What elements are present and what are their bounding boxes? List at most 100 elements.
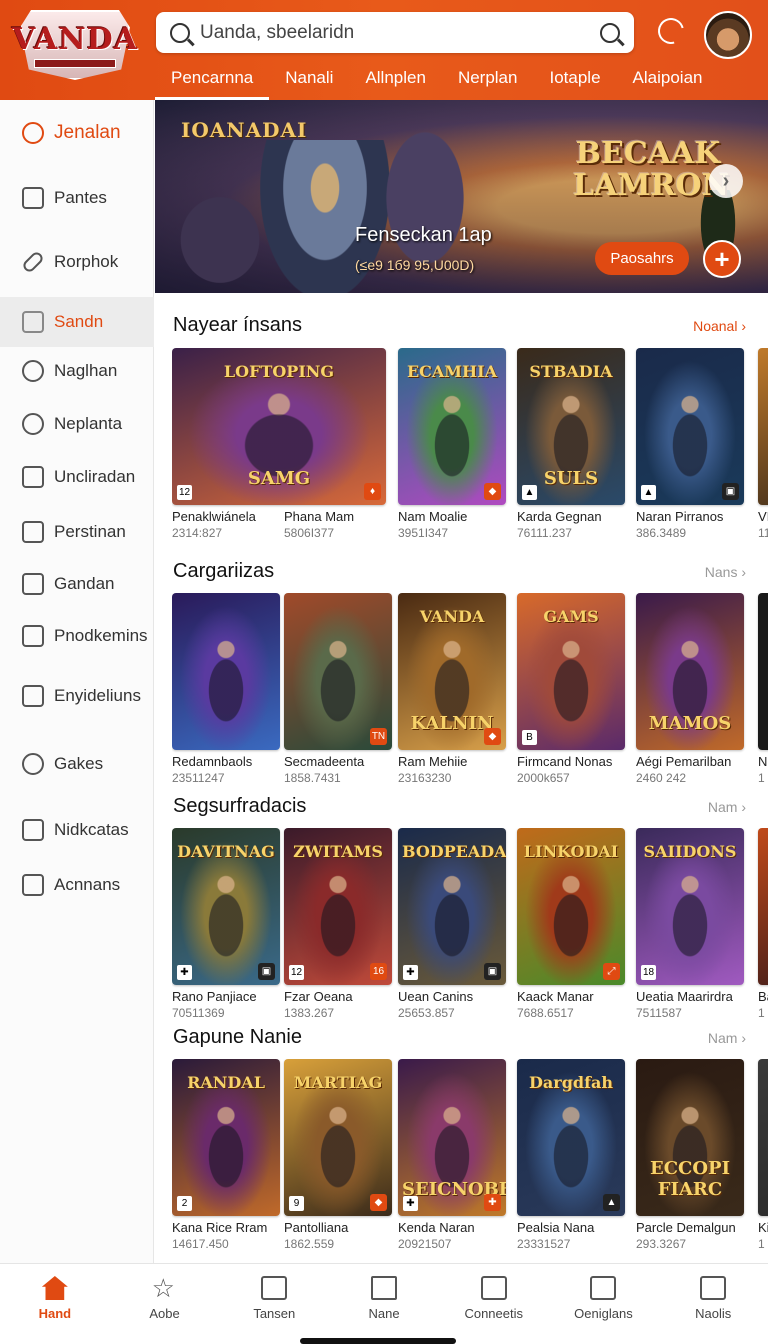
game-card[interactable]: ▲ ▣ Naran Pirranos 386.3489 [636,348,744,540]
section-more-link[interactable]: Nam › [708,799,746,815]
game-card[interactable]: SEICNOBE ✚ ✚ Kenda Naran 20921507 [398,1059,506,1251]
tab-2[interactable]: Allnplen [349,64,442,100]
game-card-thumbnail[interactable]: ECCOPI FIARC [636,1059,744,1216]
bottom-nav-label: Naolis [695,1306,732,1321]
sidebar-item-label: Rorphok [54,252,119,271]
chevron-right-icon[interactable]: › [709,164,743,198]
search-input[interactable] [200,21,580,44]
banner-action-button[interactable]: Paosahrs [595,242,689,275]
game-card-meta: 14617.450 [172,1237,229,1251]
bottom-nav-item-2[interactable]: Tansen [219,1264,329,1344]
game-card-thumbnail[interactable]: BODPEADAI ✚ ▣ [398,828,506,985]
bottom-nav-item-6[interactable]: Naolis [658,1264,768,1344]
rating-badge: 18 [641,965,656,980]
platform-badge: ▲ [603,1194,620,1211]
section-more-link[interactable]: Nans › [705,564,746,580]
tab-4[interactable]: Iotaple [533,64,616,100]
game-card-name: Nam Moalie [398,509,468,524]
sidebar-item-4[interactable]: Naglhan [0,346,154,396]
game-card-thumbnail[interactable] [758,828,768,985]
game-card[interactable]: DAVITNAG ✚ ▣ Rano Panjiace 70511369 [172,828,280,1020]
hero-banner[interactable]: IOANADAI BECAAK LAMRON Fenseckan 1ap (≤e… [155,100,768,293]
game-card[interactable]: SAIIDONS 18 Ueatia Maarirdra 7511587 [636,828,744,1020]
bottom-nav-item-1[interactable]: ☆ Aobe [110,1264,220,1344]
game-card[interactable]: Redamnbaols 23511247 [172,593,280,785]
game-card-thumbnail[interactable]: SAIIDONS 18 [636,828,744,985]
bottom-nav-item-5[interactable]: Oeniglans [549,1264,659,1344]
game-card-thumbnail[interactable] [758,348,768,505]
sidebar-item-2[interactable]: Rorphok [0,237,154,287]
game-card[interactable]: STBADIA SULS ▲ Karda Gegnan 76111.237 [517,348,625,540]
game-card-thumbnail[interactable]: LINKODAI ⤢ [517,828,625,985]
game-card[interactable]: Ki 1 [758,1059,768,1251]
section-more-link[interactable]: Nam › [708,1030,746,1046]
sidebar-item-8[interactable]: Gandan [0,559,154,609]
game-card-name: Ueatia Maarirdra [636,989,733,1004]
game-card[interactable]: VI 11 [758,348,768,540]
game-card-thumbnail[interactable]: VANDA KALNIN ◆ [398,593,506,750]
rating-badge: ✚ [403,1196,418,1211]
game-card-thumbnail[interactable] [172,593,280,750]
sidebar-item-6[interactable]: Uncliradan [0,452,154,502]
sidebar-item-10[interactable]: Enyideliuns [0,671,154,721]
game-card-thumbnail[interactable]: STBADIA SULS ▲ [517,348,625,505]
game-card[interactable]: ECAMHIA ◆ Nam Moalie 3951І347 [398,348,506,540]
game-card-thumbnail[interactable]: GAMS B [517,593,625,750]
game-card[interactable]: LINKODAI ⤢ Kaack Manar 7688.6517 [517,828,625,1020]
add-icon[interactable]: + [703,240,741,278]
game-card[interactable]: Dargdfah ▲ Pealsia Nana 23331527 [517,1059,625,1251]
layers-icon [22,685,44,707]
game-card-thumbnail[interactable] [758,1059,768,1216]
tab-3[interactable]: Nerplan [442,64,534,100]
sidebar-item-5[interactable]: Neplanta [0,399,154,449]
search-icon [22,122,44,144]
section-more-link[interactable]: Noanal › [693,318,746,334]
bottom-nav-item-4[interactable]: Conneetis [439,1264,549,1344]
game-card[interactable]: N1 [758,593,768,785]
game-card-thumbnail[interactable]: LOFTOPING SAMG 12 ♦ [172,348,386,505]
game-card[interactable]: Ba 1 [758,828,768,1020]
user-avatar[interactable] [704,11,752,59]
game-card[interactable]: Phana Mam 5806І377 [284,505,392,540]
sidebar-item-13[interactable]: Acnnans [0,860,154,910]
app-logo[interactable]: VANDA [12,10,137,80]
sidebar-item-1[interactable]: Pantes [0,173,154,223]
game-card[interactable]: ECCOPI FIARC Parcle Demalgun 293.3267 [636,1059,744,1251]
sidebar-item-7[interactable]: Perstinan [0,507,154,557]
game-card-thumbnail[interactable]: ▲ ▣ [636,348,744,505]
sidebar-item-11[interactable]: Gakes [0,739,154,789]
sidebar-item-0[interactable]: Jenalan [0,108,154,158]
sidebar-item-3[interactable]: Sandn [0,297,154,347]
tab-0[interactable]: Pencarnna [155,64,270,100]
game-card[interactable]: RANDAL 2 Kana Rice Rram 14617.450 [172,1059,280,1251]
game-card-character [758,828,768,985]
bottom-nav-item-0[interactable]: Hand [0,1264,110,1344]
bottom-nav-item-3[interactable]: Nane [329,1264,439,1344]
sidebar-item-12[interactable]: Nidkcatas [0,805,154,855]
game-card[interactable]: GAMS B Firmcand Nonas 2000k657 [517,593,625,785]
game-card[interactable]: BODPEADAI ✚ ▣ Uean Canins 25653.857 [398,828,506,1020]
game-card-thumbnail[interactable] [758,593,768,750]
game-card[interactable]: MARTIAG 9 ◆ Pantolliana 1862.559 [284,1059,392,1251]
tab-5[interactable]: Alaipoian [617,64,719,100]
game-card-thumbnail[interactable]: TN [284,593,392,750]
game-card-thumbnail[interactable]: ZWITAMS 12 16 [284,828,392,985]
game-card-thumbnail[interactable]: SEICNOBE ✚ ✚ [398,1059,506,1216]
game-card-title-art: VANDA [419,607,485,626]
tab-1[interactable]: Nanali [269,64,349,100]
game-card[interactable]: VANDA KALNIN ◆ Ram Mehiie 23163230 [398,593,506,785]
game-card-thumbnail[interactable]: RANDAL 2 [172,1059,280,1216]
game-card-thumbnail[interactable]: ECAMHIA ◆ [398,348,506,505]
game-card[interactable]: MAMOS Aégi Pemarilban 2460 242 [636,593,744,785]
game-card[interactable]: TN Secmadeenta 1858.7431 [284,593,392,785]
sidebar-item-9[interactable]: Pnodkemins [0,611,154,661]
search-submit-icon[interactable] [600,22,620,43]
refresh-icon[interactable] [653,13,689,49]
game-card-thumbnail[interactable]: Dargdfah ▲ [517,1059,625,1216]
game-card-character [758,593,768,750]
game-card-thumbnail[interactable]: MARTIAG 9 ◆ [284,1059,392,1216]
game-card-thumbnail[interactable]: DAVITNAG ✚ ▣ [172,828,280,985]
game-card[interactable]: ZWITAMS 12 16 Fzar Oeana 1383.267 [284,828,392,1020]
game-card-thumbnail[interactable]: MAMOS [636,593,744,750]
search-bar[interactable] [156,12,634,53]
